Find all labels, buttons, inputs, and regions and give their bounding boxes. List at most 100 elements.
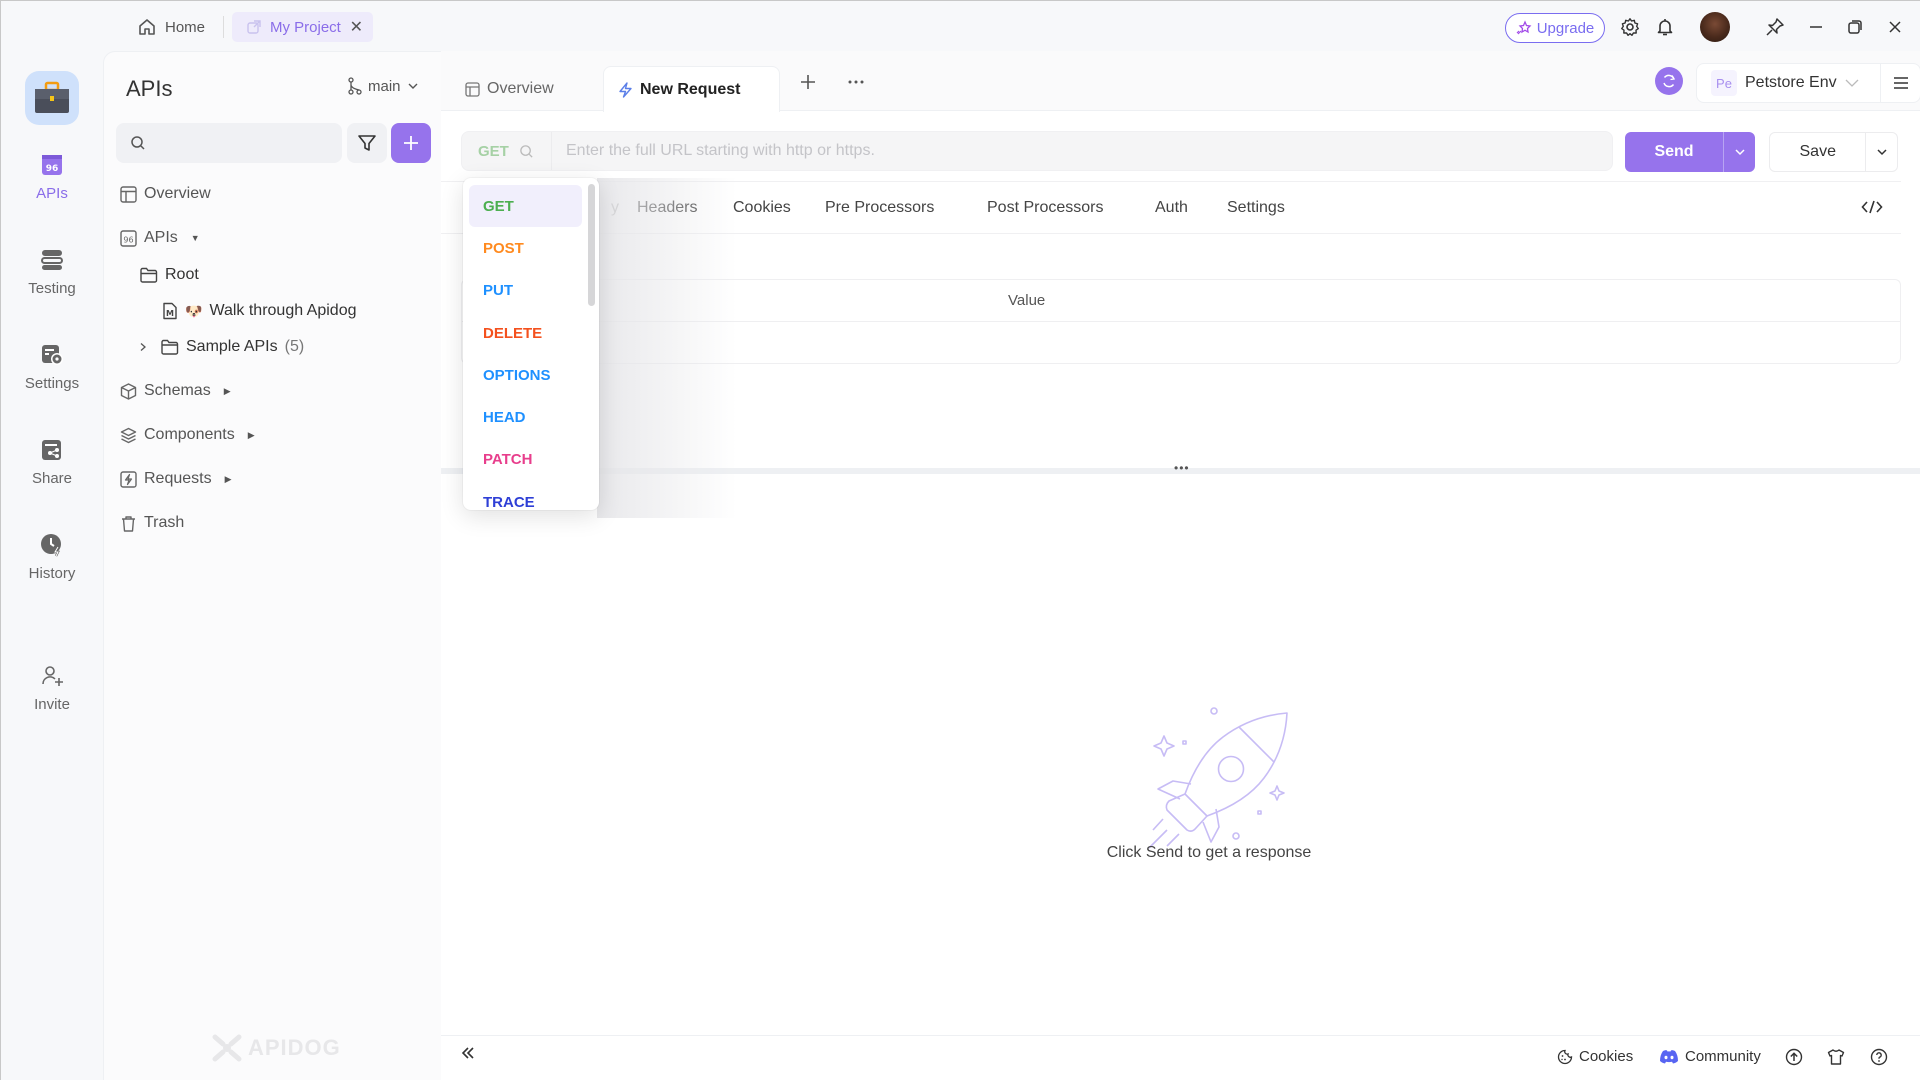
project-tab-label: My Project: [270, 18, 341, 36]
status-bar: Cookies Community: [441, 1035, 1920, 1080]
close-icon[interactable]: [1883, 15, 1907, 39]
search-box[interactable]: [116, 123, 342, 163]
dropdown-scrollbar[interactable]: [588, 184, 595, 306]
tree-label: Schemas: [144, 382, 211, 399]
env-name: Petstore Env: [1745, 74, 1837, 91]
theme-button[interactable]: [1827, 1048, 1845, 1066]
arrow-up-circle-icon: [1785, 1048, 1803, 1066]
chevron-down-icon: [407, 80, 419, 92]
tree-item-overview[interactable]: Overview: [120, 185, 211, 203]
search-input[interactable]: [154, 135, 334, 151]
project-tab[interactable]: My Project ✕: [232, 12, 373, 42]
rail-item-apis[interactable]: 96 APIs: [1, 153, 103, 202]
tab-new-request[interactable]: New Request: [603, 66, 780, 112]
collapse-sidebar-button[interactable]: [459, 1044, 477, 1062]
tab-cookies[interactable]: Cookies: [733, 199, 791, 217]
tree-item-components[interactable]: Components ▶: [120, 426, 255, 444]
cookies-button[interactable]: Cookies: [1557, 1048, 1633, 1065]
tree-item-root[interactable]: Root: [140, 266, 199, 284]
method-option-patch[interactable]: PATCH: [469, 438, 582, 480]
filter-button[interactable]: [347, 123, 387, 163]
rail-item-share[interactable]: Share: [1, 438, 103, 487]
tab-label: New Request: [640, 80, 741, 98]
method-option-trace[interactable]: TRACE: [469, 481, 582, 511]
tree-item-requests[interactable]: Requests ▶: [120, 470, 232, 488]
upgrade-button[interactable]: Upgrade: [1505, 13, 1605, 43]
tree-item-walkthrough[interactable]: M 🐶 Walk through Apidog: [162, 302, 357, 320]
tree-label: APIs: [144, 229, 178, 246]
help-button[interactable]: [1870, 1048, 1888, 1066]
chevron-right-icon[interactable]: [138, 342, 148, 352]
avatar[interactable]: [1700, 12, 1730, 42]
tab-pre-processors[interactable]: Pre Processors: [825, 199, 934, 217]
method-option-put[interactable]: PUT: [469, 269, 582, 311]
branch-selector[interactable]: main: [348, 77, 419, 95]
project-logo[interactable]: [25, 71, 79, 125]
tree-label: Sample APIs: [186, 338, 278, 355]
method-option-get[interactable]: GET: [469, 185, 582, 227]
layout-icon: [465, 81, 480, 97]
home-label: Home: [165, 18, 206, 36]
plus-icon: [402, 134, 420, 152]
tab-post-processors[interactable]: Post Processors: [987, 199, 1103, 217]
send-button[interactable]: Send: [1625, 143, 1723, 161]
settings-icon: [40, 343, 64, 367]
code-snippet-button[interactable]: [1861, 199, 1883, 215]
markdown-doc-icon: M: [162, 302, 178, 320]
method-option-options[interactable]: OPTIONS: [469, 354, 582, 396]
caret-right-icon[interactable]: ▶: [225, 474, 232, 485]
caret-down-icon[interactable]: ▼: [191, 233, 200, 243]
tab-body[interactable]: y: [611, 199, 619, 217]
restore-icon[interactable]: [1843, 15, 1867, 39]
folder-open-icon: [140, 267, 158, 283]
bell-icon[interactable]: [1653, 15, 1677, 39]
svg-text:M: M: [166, 309, 174, 318]
tree-item-trash[interactable]: Trash: [120, 514, 184, 532]
caret-right-icon[interactable]: ▶: [224, 386, 231, 397]
method-option-post[interactable]: POST: [469, 227, 582, 269]
tab-settings[interactable]: Settings: [1227, 199, 1285, 217]
rail-item-history[interactable]: History: [1, 533, 103, 582]
minimize-icon[interactable]: [1804, 15, 1828, 39]
send-options-button[interactable]: [1723, 132, 1755, 172]
save-button[interactable]: Save: [1770, 143, 1865, 161]
tab-headers[interactable]: Headers: [637, 199, 697, 217]
method-option-head[interactable]: HEAD: [469, 396, 582, 438]
method-select[interactable]: GET: [462, 132, 552, 170]
gear-icon[interactable]: [1618, 15, 1642, 39]
chevron-down-icon: [1845, 78, 1859, 88]
tree-item-apis[interactable]: 96 APIs ▼: [120, 229, 200, 247]
method-dropdown: GET POST PUT DELETE OPTIONS HEAD PATCH T…: [463, 178, 599, 510]
add-tab-button[interactable]: [799, 73, 817, 91]
sync-button[interactable]: [1655, 67, 1683, 95]
rail-label: APIs: [36, 185, 68, 202]
rail-item-invite[interactable]: Invite: [1, 664, 103, 713]
close-tab-icon[interactable]: ✕: [350, 17, 363, 37]
method-label: OPTIONS: [483, 366, 551, 384]
environment-select[interactable]: Pe Petstore Env: [1696, 63, 1920, 103]
home-tab[interactable]: Home: [137, 13, 205, 41]
method-option-delete[interactable]: DELETE: [469, 312, 582, 354]
divider: [223, 16, 224, 38]
pin-icon[interactable]: [1763, 15, 1787, 39]
title-bar: Home My Project ✕ Upgrade: [1, 1, 1920, 51]
more-tabs-button[interactable]: [847, 73, 865, 91]
watermark-text: APIDOG: [248, 1035, 341, 1060]
tree-item-sample-apis[interactable]: Sample APIs (5): [138, 338, 304, 356]
url-input[interactable]: [566, 142, 1566, 160]
tree-item-schemas[interactable]: Schemas ▶: [120, 382, 231, 400]
caret-right-icon[interactable]: ▶: [248, 430, 255, 441]
add-button[interactable]: [391, 123, 431, 163]
drag-handle-icon[interactable]: •••: [1174, 461, 1190, 475]
tab-overview[interactable]: Overview: [465, 66, 554, 112]
rail-label: Invite: [34, 696, 70, 713]
apis-folder-icon: 96: [120, 229, 137, 247]
save-options-button[interactable]: [1865, 133, 1897, 171]
rail-item-testing[interactable]: Testing: [1, 248, 103, 297]
url-bar: GET: [461, 131, 1613, 171]
env-menu-button[interactable]: [1880, 64, 1920, 102]
tab-auth[interactable]: Auth: [1155, 199, 1188, 217]
rail-item-settings[interactable]: Settings: [1, 343, 103, 392]
upload-button[interactable]: [1785, 1048, 1803, 1066]
community-button[interactable]: Community: [1659, 1048, 1761, 1065]
